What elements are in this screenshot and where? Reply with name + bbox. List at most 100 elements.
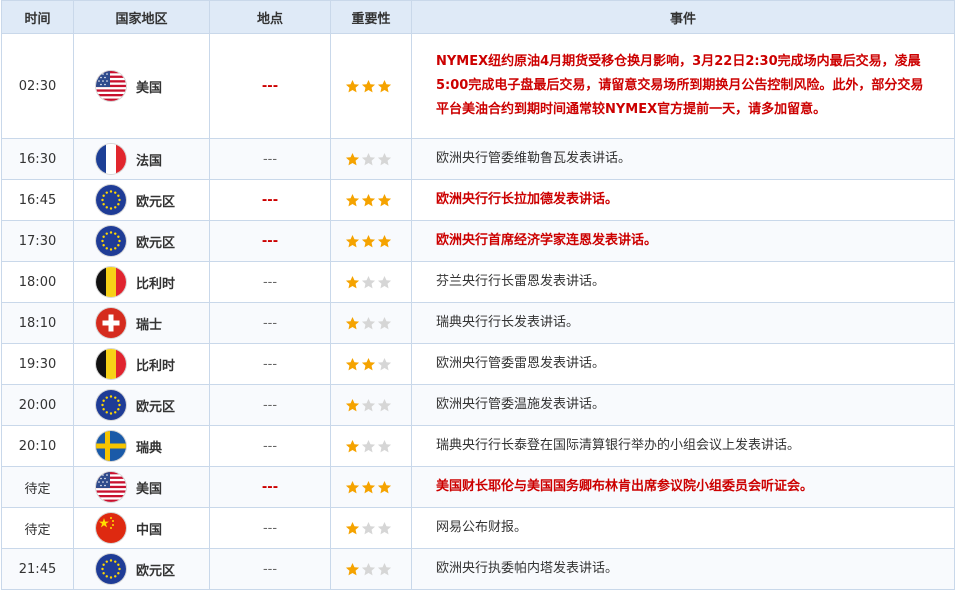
event-description: 欧洲央行管委温施发表讲话。: [411, 384, 955, 426]
event-country: 比利时: [73, 343, 210, 385]
sweden-flag-icon: [96, 431, 126, 461]
event-time: 待定: [1, 466, 74, 508]
belgium-flag-icon: [96, 349, 126, 379]
star-empty-icon: [377, 357, 392, 372]
event-location: ---: [209, 261, 331, 303]
header-country: 国家地区: [73, 0, 210, 34]
event-time: 20:00: [1, 384, 74, 426]
country-name: 瑞士: [136, 317, 163, 333]
event-location: ---: [209, 425, 331, 467]
importance-rating: [330, 425, 412, 467]
star-filled-icon: [361, 79, 376, 94]
star-filled-icon: [361, 480, 376, 495]
event-country: 中国: [73, 507, 210, 549]
table-header-row: 时间 国家地区 地点 重要性 事件: [1, 0, 955, 34]
star-empty-icon: [377, 562, 392, 577]
event-location: ---: [209, 384, 331, 426]
event-location: ---: [209, 220, 331, 262]
event-description: 瑞典央行行长发表讲话。: [411, 302, 955, 344]
china-flag-icon: [96, 513, 126, 543]
importance-rating: [330, 33, 412, 139]
importance-rating: [330, 507, 412, 549]
table-row[interactable]: 16:45 欧元区 --- 欧洲央行行长拉加德发表讲话。: [1, 179, 955, 221]
table-row[interactable]: 20:10 瑞典 --- 瑞典央行行长泰登在国际清算银行举办的小组会议上发表讲话。: [1, 425, 955, 467]
event-time: 18:00: [1, 261, 74, 303]
event-description: 欧洲央行执委帕内塔发表讲话。: [411, 548, 955, 590]
switzerland-flag-icon: [96, 308, 126, 338]
star-empty-icon: [361, 562, 376, 577]
importance-rating: [330, 179, 412, 221]
event-description: 网易公布财报。: [411, 507, 955, 549]
importance-rating: [330, 343, 412, 385]
event-description: 美国财长耶伦与美国国务卿布林肯出席参议院小组委员会听证会。: [411, 466, 955, 508]
event-description: NYMEX纽约原油4月期货受移仓换月影响，3月22日2:30完成场内最后交易，凌…: [411, 33, 955, 139]
star-empty-icon: [361, 152, 376, 167]
star-empty-icon: [361, 439, 376, 454]
star-filled-icon: [345, 79, 360, 94]
star-filled-icon: [377, 79, 392, 94]
event-country: 瑞士: [73, 302, 210, 344]
star-filled-icon: [345, 562, 360, 577]
country-name: 瑞典: [136, 440, 163, 456]
country-name: 美国: [136, 80, 163, 96]
eu-flag-icon: [96, 554, 126, 584]
event-country: 美国: [73, 33, 210, 139]
event-time: 20:10: [1, 425, 74, 467]
event-country: 欧元区: [73, 220, 210, 262]
country-name: 欧元区: [136, 563, 176, 579]
event-country: 比利时: [73, 261, 210, 303]
star-empty-icon: [361, 398, 376, 413]
star-empty-icon: [377, 152, 392, 167]
star-empty-icon: [377, 521, 392, 536]
table-row[interactable]: 02:30 美国 --- NYMEX纽约原油4月期货受移仓换月影响，3月22日2:…: [1, 33, 955, 139]
table-row[interactable]: 20:00 欧元区 --- 欧洲央行管委温施发表讲话。: [1, 384, 955, 426]
table-row[interactable]: 18:10 瑞士 --- 瑞典央行行长发表讲话。: [1, 302, 955, 344]
event-time: 待定: [1, 507, 74, 549]
importance-rating: [330, 220, 412, 262]
event-location: ---: [209, 466, 331, 508]
country-name: 比利时: [136, 276, 176, 292]
importance-rating: [330, 302, 412, 344]
event-time: 16:30: [1, 138, 74, 180]
event-description: 瑞典央行行长泰登在国际清算银行举办的小组会议上发表讲话。: [411, 425, 955, 467]
event-description: 欧洲央行行长拉加德发表讲话。: [411, 179, 955, 221]
star-filled-icon: [345, 357, 360, 372]
header-location: 地点: [209, 0, 331, 34]
event-location: ---: [209, 302, 331, 344]
star-empty-icon: [361, 521, 376, 536]
table-row[interactable]: 待定 中国 --- 网易公布财报。: [1, 507, 955, 549]
event-country: 欧元区: [73, 384, 210, 426]
event-time: 18:10: [1, 302, 74, 344]
star-filled-icon: [345, 398, 360, 413]
star-filled-icon: [345, 521, 360, 536]
header-importance: 重要性: [330, 0, 412, 34]
event-country: 欧元区: [73, 179, 210, 221]
header-event: 事件: [411, 0, 955, 34]
star-filled-icon: [345, 234, 360, 249]
us-flag-icon: [96, 472, 126, 502]
star-filled-icon: [377, 193, 392, 208]
star-filled-icon: [377, 480, 392, 495]
event-description: 欧洲央行管委雷恩发表讲话。: [411, 343, 955, 385]
star-filled-icon: [345, 152, 360, 167]
event-country: 欧元区: [73, 548, 210, 590]
table-row[interactable]: 18:00 比利时 --- 芬兰央行行长雷恩发表讲话。: [1, 261, 955, 303]
event-time: 17:30: [1, 220, 74, 262]
event-time: 02:30: [1, 33, 74, 139]
table-row[interactable]: 17:30 欧元区 --- 欧洲央行首席经济学家连恩发表讲话。: [1, 220, 955, 262]
table-row[interactable]: 19:30 比利时 --- 欧洲央行管委雷恩发表讲话。: [1, 343, 955, 385]
table-row[interactable]: 21:45 欧元区 --- 欧洲央行执委帕内塔发表讲话。: [1, 548, 955, 590]
star-filled-icon: [345, 316, 360, 331]
star-filled-icon: [345, 480, 360, 495]
table-row[interactable]: 待定 美国 --- 美国财长耶伦与美国国务卿布林肯出席参议院小组委员会听证会。: [1, 466, 955, 508]
star-filled-icon: [377, 234, 392, 249]
country-name: 比利时: [136, 358, 176, 374]
event-location: ---: [209, 138, 331, 180]
star-empty-icon: [377, 275, 392, 290]
importance-rating: [330, 261, 412, 303]
table-row[interactable]: 16:30 法国 --- 欧洲央行管委维勒鲁瓦发表讲话。: [1, 138, 955, 180]
us-flag-icon: [96, 71, 126, 101]
event-description: 欧洲央行首席经济学家连恩发表讲话。: [411, 220, 955, 262]
event-location: ---: [209, 33, 331, 139]
eu-flag-icon: [96, 185, 126, 215]
